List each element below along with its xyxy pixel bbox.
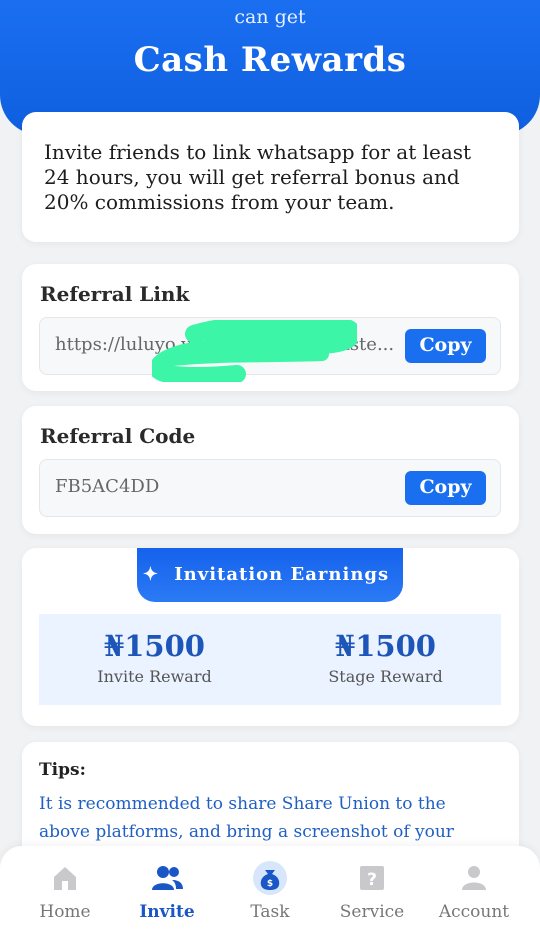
nav-invite[interactable]: Invite [113, 846, 221, 933]
stage-reward-label: Stage Reward [328, 667, 443, 686]
users-icon [152, 866, 183, 890]
intro-card: Invite friends to link whatsapp for at l… [22, 112, 519, 242]
referral-link-title: Referral Link [40, 282, 190, 306]
bottom-nav: Home Invite $ Task ? Service Account [0, 846, 540, 933]
hero-title: Cash Rewards [133, 40, 407, 80]
money-bag-icon: $ [253, 861, 287, 895]
sparkle-icon: ✦ [142, 564, 159, 585]
copy-link-button[interactable]: Copy [405, 329, 486, 363]
earnings-title-tab: ✦ Invitation Earnings ✦ [137, 548, 403, 639]
earnings-panel: ₦1500 Invite Reward ₦1500 Stage Reward [39, 614, 501, 705]
copy-code-button[interactable]: Copy [405, 471, 486, 505]
nav-home-label: Home [39, 902, 91, 922]
referral-code-value: FB5AC4DD [55, 476, 160, 497]
stage-reward-value: ₦1500 [335, 629, 436, 663]
nav-home[interactable]: Home [11, 846, 119, 933]
svg-text:?: ? [367, 870, 377, 890]
redaction-scribble [152, 320, 357, 382]
nav-account[interactable]: Account [420, 846, 528, 933]
nav-task[interactable]: $ Task [216, 846, 324, 933]
nav-invite-label: Invite [139, 902, 195, 922]
earnings-title: Invitation Earnings [174, 564, 390, 585]
nav-service[interactable]: ? Service [318, 846, 426, 933]
tips-title: Tips: [39, 760, 86, 780]
home-icon [54, 867, 76, 890]
nav-task-label: Task [250, 902, 290, 922]
nav-service-label: Service [339, 902, 405, 922]
referral-code-title: Referral Code [40, 424, 196, 448]
nav-account-label: Account [438, 902, 510, 922]
svg-text:$: $ [267, 879, 273, 889]
intro-text: Invite friends to link whatsapp for at l… [44, 140, 472, 214]
stage-reward: ₦1500 Stage Reward [270, 614, 501, 686]
hero-subtitle: can get [234, 6, 306, 28]
invite-reward: ₦1500 Invite Reward [39, 614, 270, 686]
invite-reward-label: Invite Reward [97, 667, 212, 686]
user-icon [462, 866, 486, 890]
referral-code-card: Referral Code FB5AC4DD Copy [22, 406, 519, 534]
invite-reward-value: ₦1500 [104, 629, 205, 663]
help-icon: ? [360, 866, 384, 890]
referral-code-field: FB5AC4DD Copy [39, 459, 501, 517]
